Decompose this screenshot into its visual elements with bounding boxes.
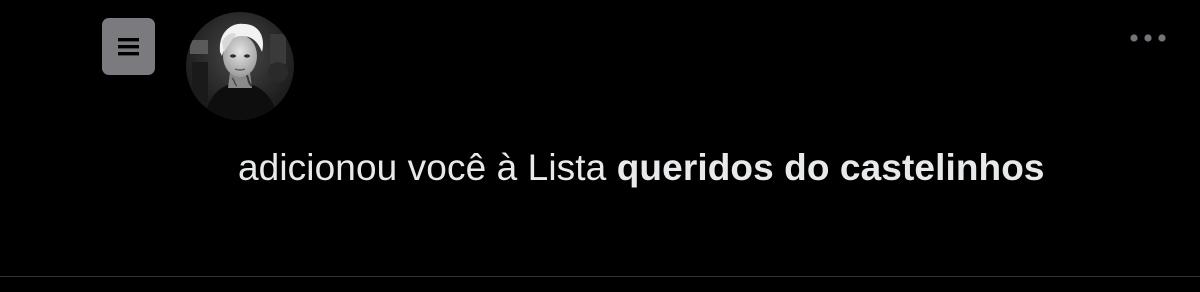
list-name-link[interactable]: queridos do castelinhos (617, 147, 1045, 188)
divider (0, 276, 1200, 277)
more-options-icon (1130, 34, 1166, 42)
list-icon (102, 18, 155, 75)
user-avatar-icon (186, 12, 294, 120)
more-options-button[interactable] (1126, 26, 1170, 50)
notification-item[interactable]: adicionou você à Lista queridos do caste… (0, 0, 1200, 292)
action-text: adicionou você à Lista (238, 147, 607, 188)
avatar[interactable] (186, 12, 294, 120)
notification-text: adicionou você à Lista queridos do caste… (186, 142, 1146, 193)
